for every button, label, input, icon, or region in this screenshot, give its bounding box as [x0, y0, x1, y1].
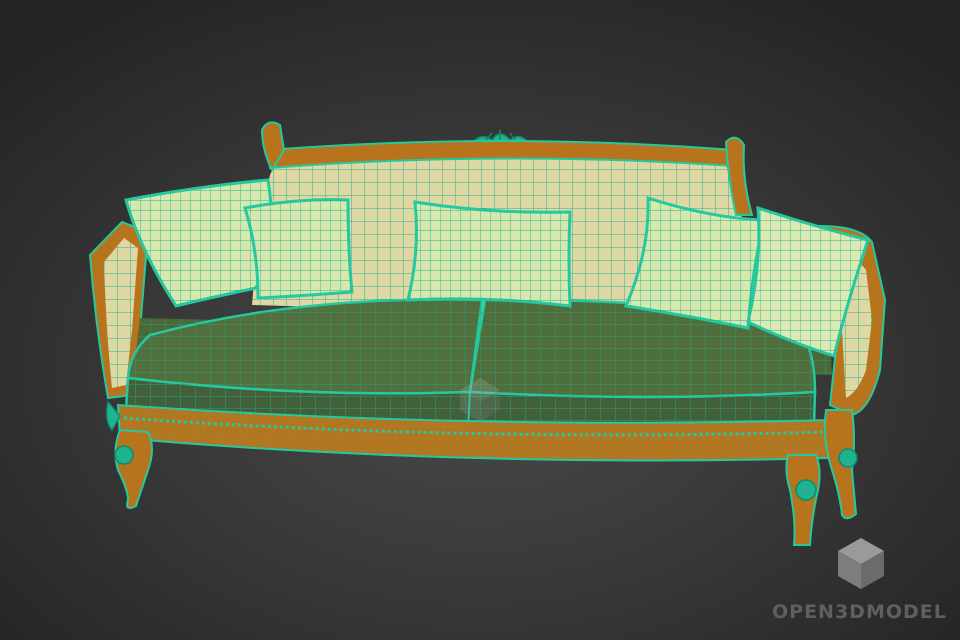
sofa-render	[0, 0, 960, 640]
pillow-3	[406, 200, 572, 308]
render-viewport: OPEN3DMODEL	[0, 0, 960, 640]
pillow-2	[243, 198, 354, 300]
watermark-text: OPEN3DMODEL	[772, 601, 947, 623]
pillow-4	[623, 195, 766, 330]
